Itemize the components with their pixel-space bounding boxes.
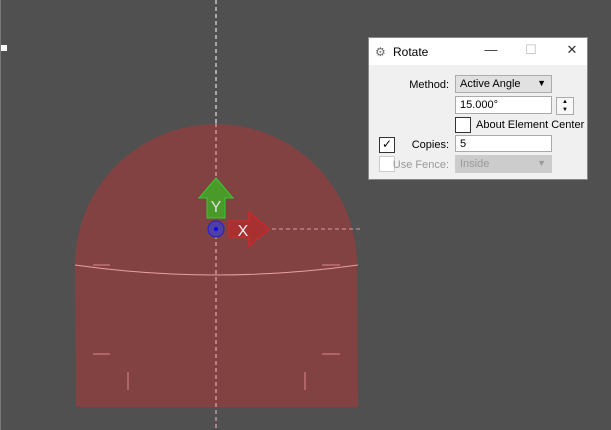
chevron-down-icon: ▼ bbox=[537, 158, 546, 168]
method-value: Active Angle bbox=[460, 78, 521, 90]
copies-value: 5 bbox=[460, 138, 467, 150]
method-label: Method: bbox=[409, 79, 449, 91]
fence-mode-dropdown[interactable]: Inside ▼ bbox=[455, 155, 552, 173]
rotate-tool-icon: ⚙ bbox=[375, 44, 386, 59]
dialog-titlebar[interactable]: ⚙ Rotate — ☐ ✕ bbox=[369, 38, 587, 65]
use-fence-label: Use Fence: bbox=[392, 159, 449, 171]
copies-checkbox[interactable]: ✓ bbox=[379, 137, 395, 153]
about-element-center-checkbox[interactable] bbox=[455, 117, 471, 133]
angle-value: 15.000° bbox=[460, 99, 499, 111]
origin-point bbox=[214, 227, 218, 231]
y-axis-label: Y bbox=[211, 199, 222, 216]
x-axis-label: X bbox=[238, 223, 249, 240]
method-dropdown[interactable]: Active Angle ▼ bbox=[455, 75, 552, 93]
maximize-button[interactable]: ☐ bbox=[521, 42, 541, 58]
dialog-title: Rotate bbox=[393, 44, 429, 59]
minimize-button[interactable]: — bbox=[481, 42, 501, 57]
about-element-center-label: About Element Center bbox=[476, 119, 585, 131]
angle-spinner[interactable]: ▲ ▼ bbox=[556, 97, 574, 115]
copies-label: Copies: bbox=[411, 139, 449, 151]
rotate-dialog: ⚙ Rotate — ☐ ✕ Method: Active Angle ▼ 15… bbox=[368, 37, 588, 180]
view-corner-marker-icon bbox=[1, 45, 7, 51]
copies-input[interactable]: 5 bbox=[455, 135, 552, 152]
fence-mode-value: Inside bbox=[460, 158, 490, 170]
close-button[interactable]: ✕ bbox=[562, 42, 582, 58]
chevron-down-icon: ▼ bbox=[537, 78, 546, 88]
angle-input[interactable]: 15.000° bbox=[455, 96, 552, 114]
